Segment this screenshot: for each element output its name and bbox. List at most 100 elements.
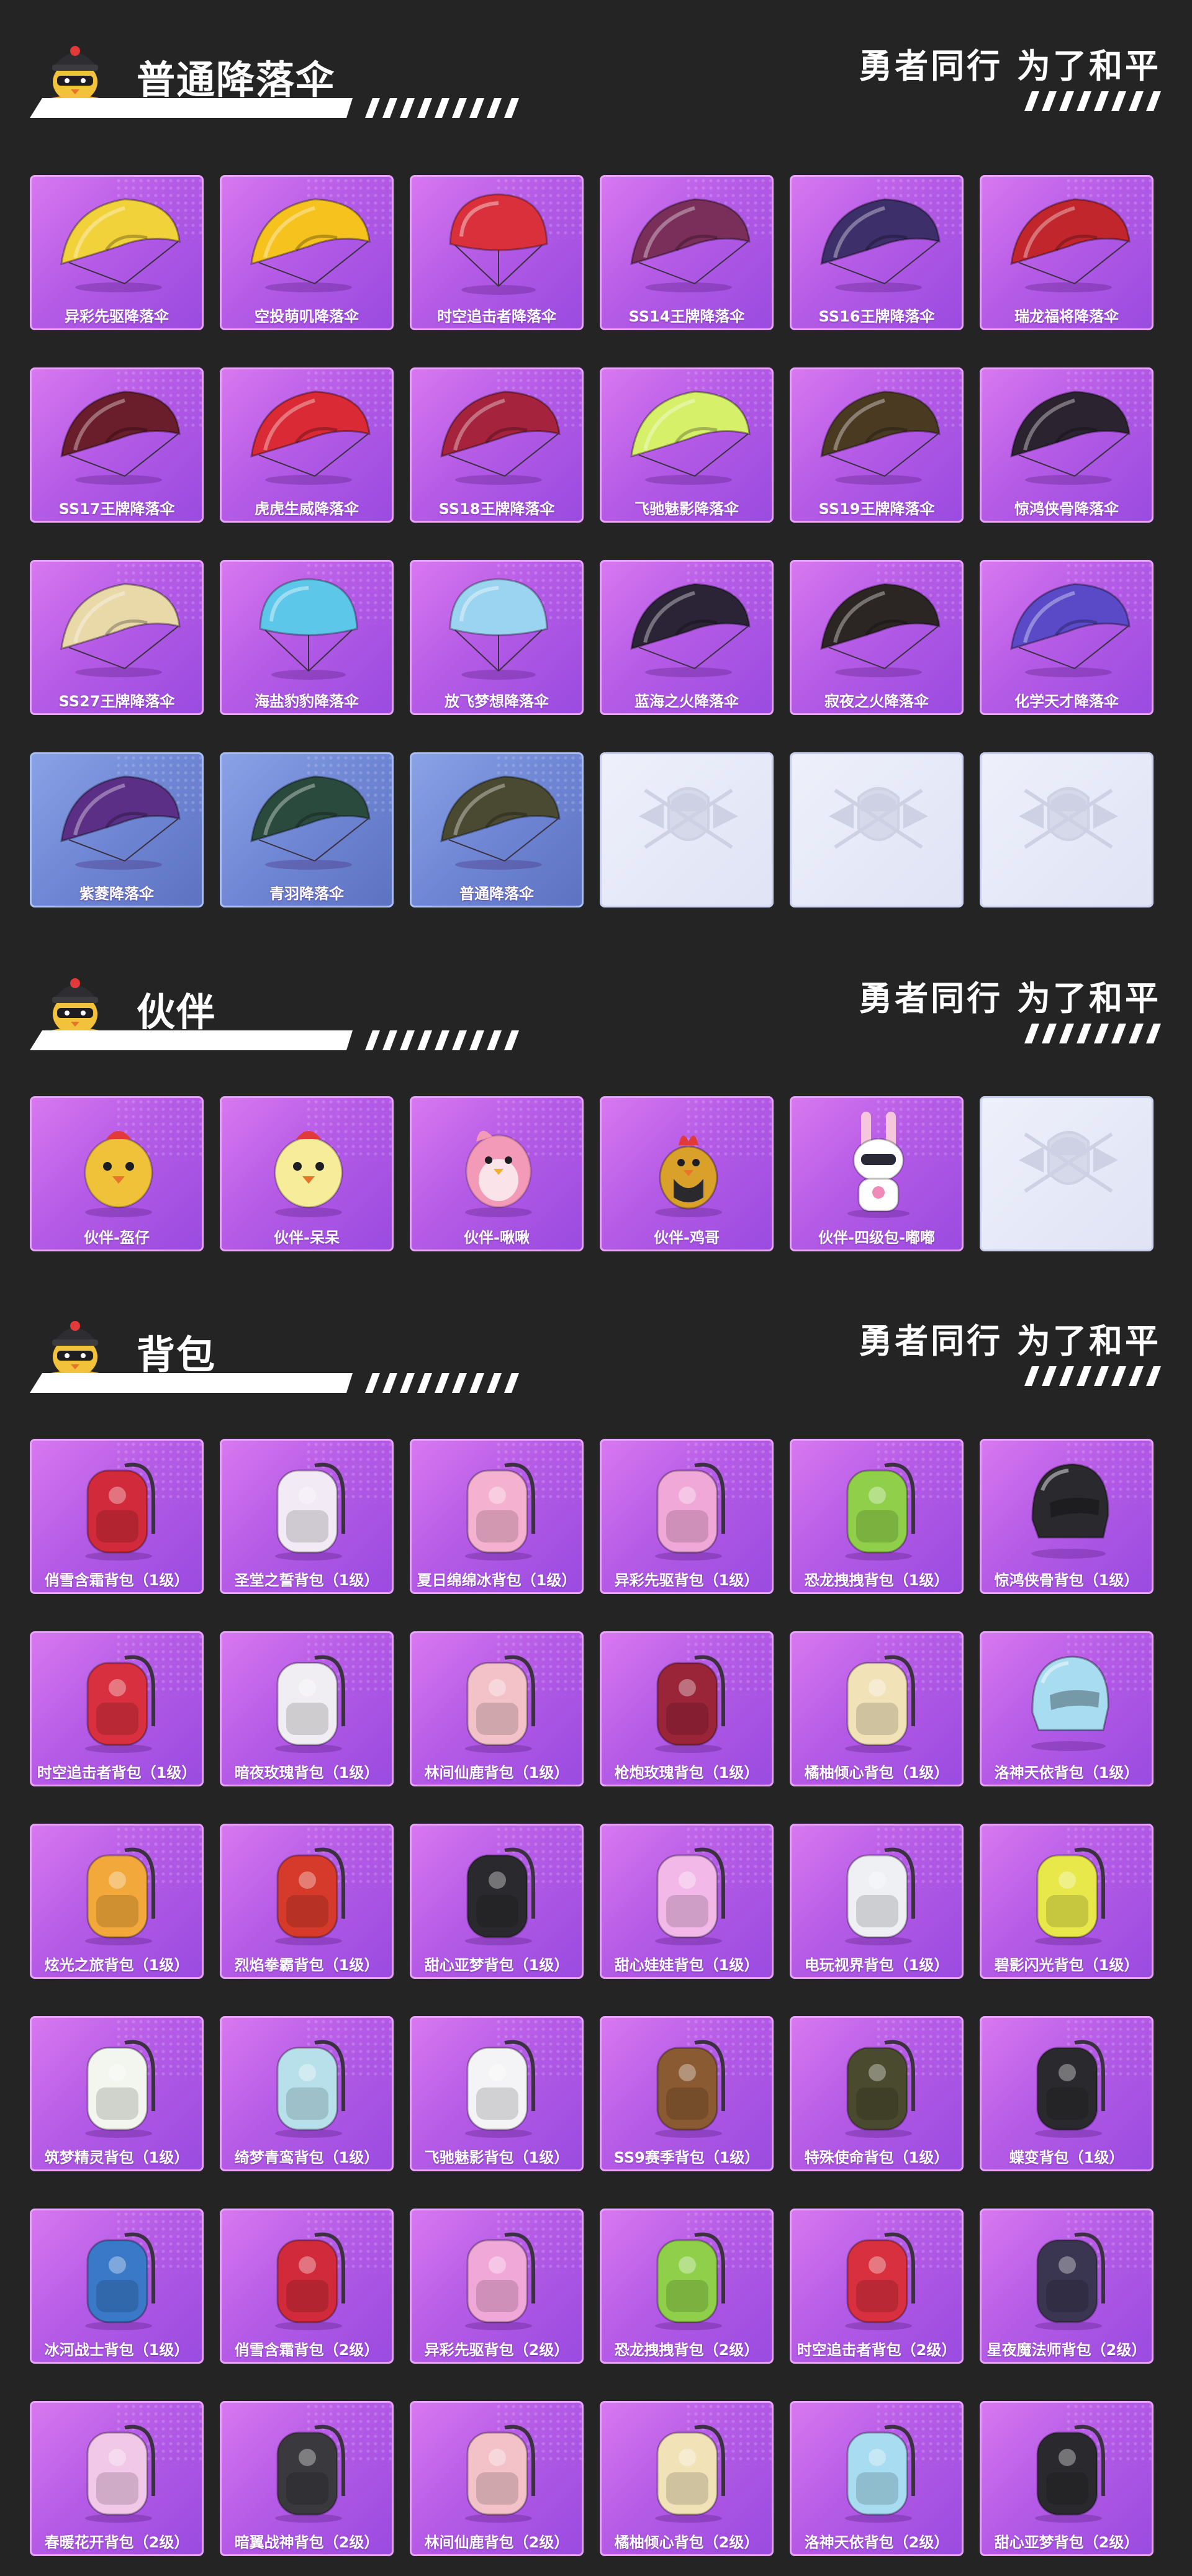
- item-card[interactable]: 烈焰拳霸背包（1级）: [220, 1824, 394, 1979]
- item-card[interactable]: 青羽降落伞: [220, 752, 394, 907]
- parachute-icon: [820, 390, 941, 485]
- chick-companion-icon: [84, 1131, 153, 1217]
- item-card[interactable]: 瑞龙福将降落伞: [980, 175, 1154, 330]
- section-backpacks: 背包 勇者同行 为了和平 俏雪含霜背包（1级） 圣堂之誓背包（1级） 夏日绵绵冰背包…: [0, 1301, 1192, 2556]
- item-card[interactable]: SS9赛季背包（1级）: [600, 2016, 774, 2171]
- backpack-icon: [85, 2425, 155, 2523]
- item-card[interactable]: 俏雪含霜背包（1级）: [30, 1439, 204, 1594]
- item-card[interactable]: 电玩视界背包（1级）: [790, 1824, 964, 1979]
- item-label: 夏日绵绵冰背包（1级）: [417, 1571, 577, 1589]
- section-title: 伙伴: [137, 989, 217, 1035]
- item-card[interactable]: 异彩先驱降落伞: [30, 175, 204, 330]
- item-card[interactable]: 蓝海之火降落伞: [600, 560, 774, 715]
- item-card[interactable]: SS14王牌降落伞: [600, 175, 774, 330]
- item-label: 冰河战士背包（1级）: [44, 2341, 189, 2359]
- empty-item-slot: [980, 1096, 1154, 1251]
- item-card[interactable]: 虎虎生威降落伞: [220, 367, 394, 523]
- item-card[interactable]: 寂夜之火降落伞: [790, 560, 964, 715]
- item-card[interactable]: 恐龙拽拽背包（2级）: [600, 2209, 774, 2364]
- item-card[interactable]: 普通降落伞: [410, 752, 584, 907]
- item-card[interactable]: 化学天才降落伞: [980, 560, 1154, 715]
- item-label: 炫光之旅背包（1级）: [44, 1956, 189, 1974]
- empty-item-slot: [980, 752, 1154, 907]
- item-card[interactable]: 春暖花开背包（2级）: [30, 2401, 204, 2556]
- item-card[interactable]: 紫菱降落伞: [30, 752, 204, 907]
- parachute-icon: [250, 390, 371, 485]
- item-card[interactable]: 俏雪含霜背包（2级）: [220, 2209, 394, 2364]
- item-card[interactable]: 异彩先驱背包（1级）: [600, 1439, 774, 1594]
- item-card[interactable]: 惊鸿侠骨背包（1级）: [980, 1439, 1154, 1594]
- item-label: 寂夜之火降落伞: [824, 692, 929, 710]
- item-card[interactable]: 夏日绵绵冰背包（1级）: [410, 1439, 584, 1594]
- backpack-icon: [655, 2425, 725, 2523]
- item-card[interactable]: 洛神天依背包（1级）: [980, 1631, 1154, 1786]
- item-card[interactable]: SS27王牌降落伞: [30, 560, 204, 715]
- item-label: 林间仙鹿背包（2级）: [424, 2533, 569, 2551]
- item-label: 暗翼战神背包（2级）: [234, 2533, 379, 2551]
- item-card[interactable]: 飞驰魅影背包（1级）: [410, 2016, 584, 2171]
- item-card[interactable]: SS19王牌降落伞: [790, 367, 964, 523]
- item-card[interactable]: 绮梦青鸾背包（1级）: [220, 2016, 394, 2171]
- item-card[interactable]: 空投萌叽降落伞: [220, 175, 394, 330]
- item-label: 时空追击者降落伞: [437, 307, 556, 325]
- item-card[interactable]: 伙伴-鸡哥: [600, 1096, 774, 1251]
- item-card[interactable]: 伙伴-啾啾: [410, 1096, 584, 1251]
- item-card[interactable]: 林间仙鹿背包（2级）: [410, 2401, 584, 2556]
- item-card[interactable]: 伙伴-盔仔: [30, 1096, 204, 1251]
- item-card[interactable]: 时空追击者降落伞: [410, 175, 584, 330]
- item-card[interactable]: 星夜魔法师背包（2级）: [980, 2209, 1154, 2364]
- item-card[interactable]: 恐龙拽拽背包（1级）: [790, 1439, 964, 1594]
- item-label: 橘柚倾心背包（1级）: [804, 1763, 949, 1781]
- backpack-icon: [845, 1462, 915, 1560]
- parachute-icon: [1010, 390, 1131, 485]
- backpack-icon: [275, 2232, 345, 2330]
- item-card[interactable]: 放飞梦想降落伞: [410, 560, 584, 715]
- item-card[interactable]: 圣堂之誓背包（1级）: [220, 1439, 394, 1594]
- item-card[interactable]: SS18王牌降落伞: [410, 367, 584, 523]
- item-card[interactable]: 碧影闪光背包（1级）: [980, 1824, 1154, 1979]
- emblem-placeholder-icon: [829, 787, 928, 849]
- item-card[interactable]: 林间仙鹿背包（1级）: [410, 1631, 584, 1786]
- item-label: 飞驰魅影降落伞: [634, 500, 739, 518]
- backpack-icon: [275, 2425, 345, 2523]
- parachute-icon: [250, 775, 371, 870]
- item-label: 放飞梦想降落伞: [445, 692, 549, 710]
- item-label: SS27王牌降落伞: [58, 692, 175, 710]
- item-card[interactable]: 海盐豹豹降落伞: [220, 560, 394, 715]
- item-card[interactable]: SS16王牌降落伞: [790, 175, 964, 330]
- item-card[interactable]: 时空追击者背包（1级）: [30, 1631, 204, 1786]
- backpack-icon: [1035, 2425, 1105, 2523]
- item-card[interactable]: 冰河战士背包（1级）: [30, 2209, 204, 2364]
- item-card[interactable]: 暗翼战神背包（2级）: [220, 2401, 394, 2556]
- item-card[interactable]: 异彩先驱背包（2级）: [410, 2209, 584, 2364]
- parachute-icon: [1010, 583, 1131, 677]
- item-card[interactable]: 甜心亚梦背包（2级）: [980, 2401, 1154, 2556]
- backpack-icon: [1035, 1847, 1105, 1945]
- item-card[interactable]: 甜心亚梦背包（1级）: [410, 1824, 584, 1979]
- backpack-icon: [85, 2040, 155, 2138]
- item-card[interactable]: SS17王牌降落伞: [30, 367, 204, 523]
- item-label: 特殊使命背包（1级）: [804, 2148, 949, 2166]
- backpack-icon: [85, 1462, 155, 1560]
- backpack-icon: [465, 2040, 535, 2138]
- item-label: 空投萌叽降落伞: [255, 307, 359, 325]
- item-card[interactable]: 橘柚倾心背包（2级）: [600, 2401, 774, 2556]
- item-card[interactable]: 惊鸿侠骨降落伞: [980, 367, 1154, 523]
- item-card[interactable]: 炫光之旅背包（1级）: [30, 1824, 204, 1979]
- item-card[interactable]: 时空追击者背包（2级）: [790, 2209, 964, 2364]
- item-card[interactable]: 甜心娃娃背包（1级）: [600, 1824, 774, 1979]
- item-card[interactable]: 飞驰魅影降落伞: [600, 367, 774, 523]
- item-card[interactable]: 洛神天依背包（2级）: [790, 2401, 964, 2556]
- item-card[interactable]: 伙伴-四级包-嘟嘟: [790, 1096, 964, 1251]
- item-card[interactable]: 特殊使命背包（1级）: [790, 2016, 964, 2171]
- backpack-icon: [465, 1462, 535, 1560]
- item-card[interactable]: 蝶变背包（1级）: [980, 2016, 1154, 2171]
- item-card[interactable]: 伙伴-呆呆: [220, 1096, 394, 1251]
- slogan-stripe-bar: [1024, 1024, 1161, 1043]
- item-card[interactable]: 橘柚倾心背包（1级）: [790, 1631, 964, 1786]
- backpack-icon: [275, 2040, 345, 2138]
- item-card[interactable]: 筑梦精灵背包（1级）: [30, 2016, 204, 2171]
- item-card[interactable]: 暗夜玫瑰背包（1级）: [220, 1631, 394, 1786]
- item-card[interactable]: 枪炮玫瑰背包（1级）: [600, 1631, 774, 1786]
- item-label: 青羽降落伞: [269, 885, 344, 903]
